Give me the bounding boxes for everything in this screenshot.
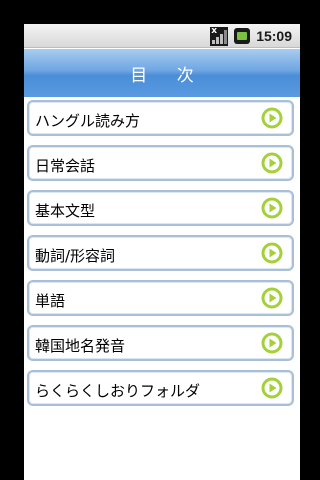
menu-item-label: らくらくしおりフォルダ xyxy=(35,382,201,400)
menu-item-bookmark-folder[interactable]: らくらくしおりフォルダ xyxy=(27,370,294,406)
title-bar: 目 次 xyxy=(24,49,300,97)
menu-item-words[interactable]: 単語 xyxy=(27,280,294,316)
play-circle-icon xyxy=(261,287,283,309)
menu-item-label: ハングル読み方 xyxy=(35,112,141,130)
menu-item-label: 日常会話 xyxy=(35,157,96,175)
signal-icon: x xyxy=(210,26,229,46)
status-icons: x 15:09 xyxy=(210,26,292,46)
battery-icon xyxy=(234,28,251,44)
status-bar: x 15:09 xyxy=(24,24,300,48)
menu-item-basic-sentence-patterns[interactable]: 基本文型 xyxy=(27,190,294,226)
menu-item-daily-conversation[interactable]: 日常会話 xyxy=(27,145,294,181)
play-circle-icon xyxy=(261,377,283,399)
menu-item-korean-place-names[interactable]: 韓国地名発音 xyxy=(27,325,294,361)
menu-item-hangul-reading[interactable]: ハングル読み方 xyxy=(27,100,294,136)
menu-item-label: 韓国地名発音 xyxy=(35,337,126,355)
play-circle-icon xyxy=(261,332,283,354)
status-clock: 15:09 xyxy=(256,28,292,44)
play-circle-icon xyxy=(261,107,283,129)
play-circle-icon xyxy=(261,152,283,174)
menu-item-verbs-adjectives[interactable]: 動詞/形容詞 xyxy=(27,235,294,271)
play-circle-icon xyxy=(261,197,283,219)
menu-item-label: 単語 xyxy=(35,292,66,310)
play-circle-icon xyxy=(261,242,283,264)
page-title: 目 次 xyxy=(130,65,206,86)
app-screen: x 15:09 目 次 ハングル読み方 日常会話 基本文型 動詞/形容詞 単語 … xyxy=(24,24,300,480)
menu-item-label: 動詞/形容詞 xyxy=(35,247,116,265)
device-frame: x 15:09 目 次 ハングル読み方 日常会話 基本文型 動詞/形容詞 単語 … xyxy=(0,0,320,480)
menu-item-label: 基本文型 xyxy=(35,202,96,220)
